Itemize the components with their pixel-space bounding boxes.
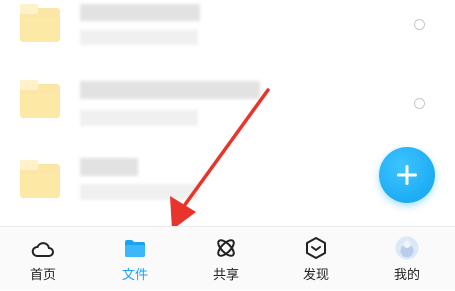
tab-label: 发现 xyxy=(302,268,329,283)
discover-icon xyxy=(304,236,328,260)
tab-label: 首页 xyxy=(29,268,56,283)
avatar-icon xyxy=(395,236,419,260)
plus-icon xyxy=(397,165,417,185)
file-meta-redacted xyxy=(80,110,198,126)
file-meta-redacted xyxy=(80,30,198,45)
folder-icon xyxy=(20,78,60,118)
folder-icon xyxy=(20,158,60,198)
tab-discover[interactable]: 发现 xyxy=(276,227,356,291)
file-list xyxy=(0,0,455,230)
tab-label: 文件 xyxy=(121,268,148,283)
bottom-tab-bar: 首页 文件 共享 发现 我的 xyxy=(0,226,455,290)
home-icon xyxy=(31,236,55,260)
add-button[interactable] xyxy=(379,147,435,203)
tab-share[interactable]: 共享 xyxy=(186,227,266,291)
select-radio[interactable] xyxy=(414,19,425,30)
folder-icon xyxy=(20,2,60,42)
tab-home[interactable]: 首页 xyxy=(3,227,83,291)
file-name-redacted xyxy=(80,81,260,99)
tab-files[interactable]: 文件 xyxy=(95,227,175,291)
file-name-redacted xyxy=(80,158,138,176)
file-meta-redacted xyxy=(80,184,198,200)
tab-label: 我的 xyxy=(393,268,420,283)
list-item[interactable] xyxy=(0,0,455,70)
file-name-redacted xyxy=(80,4,200,21)
share-atom-icon xyxy=(214,236,238,260)
list-item[interactable] xyxy=(0,76,455,146)
tab-mine[interactable]: 我的 xyxy=(367,227,447,291)
folder-icon xyxy=(123,236,147,260)
tab-label: 共享 xyxy=(212,268,239,283)
select-radio[interactable] xyxy=(414,98,425,109)
